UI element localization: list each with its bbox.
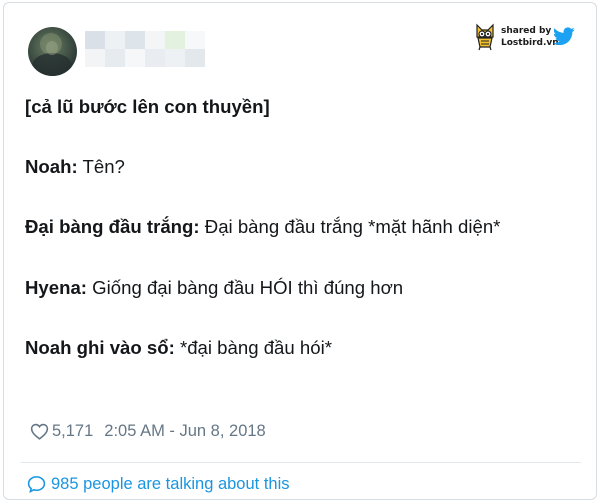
line-speaker: Noah: [25, 156, 78, 177]
tweet-line: Hyena: Giống đại bàng đầu HÓI thì đúng h… [25, 276, 403, 300]
line-text: Giống đại bàng đầu HÓI thì đúng hơn [87, 277, 404, 298]
line-speaker: Đại bàng đầu trắng: [25, 216, 200, 237]
line-text: *đại bàng đầu hói* [174, 337, 332, 358]
tweet-line: Đại bàng đầu trắng: Đại bàng đầu trắng *… [25, 215, 500, 239]
tweet-line: Noah: Tên? [25, 155, 125, 179]
shared-by-label: shared by [501, 26, 552, 36]
twitter-bird-icon [553, 27, 575, 46]
lostbird-watermark: shared by Lostbird.vn [474, 23, 579, 53]
tweet-line: Noah ghi vào sổ: *đại bàng đầu hói* [25, 336, 332, 360]
line-text: [cả lũ bước lên con thuyền] [25, 96, 270, 117]
site-name: Lostbird.vn [501, 38, 559, 48]
owl-logo-icon [476, 23, 494, 51]
talking-label[interactable]: 985 people are talking about this [51, 475, 290, 494]
speech-bubble-icon [27, 476, 46, 493]
line-text: Tên? [77, 156, 125, 177]
line-speaker: Hyena: [25, 277, 88, 298]
blurred-username [85, 31, 205, 67]
tweet-meta: 5,171 2:05 AM - Jun 8, 2018 [30, 419, 266, 443]
line-speaker: Noah ghi vào sổ: [25, 337, 175, 358]
tweet-card: shared by Lostbird.vn [cả lũ bước lên co… [3, 2, 597, 500]
heart-icon[interactable] [30, 423, 49, 440]
avatar[interactable] [28, 27, 77, 76]
line-text: Đại bàng đầu trắng *mặt hãnh diện* [199, 216, 501, 237]
talking-link[interactable]: 985 people are talking about this [27, 472, 290, 496]
tweet-line: [cả lũ bước lên con thuyền] [25, 95, 270, 119]
tweet-timestamp[interactable]: 2:05 AM - Jun 8, 2018 [104, 422, 265, 441]
divider [21, 462, 581, 463]
like-count[interactable]: 5,171 [52, 422, 93, 441]
